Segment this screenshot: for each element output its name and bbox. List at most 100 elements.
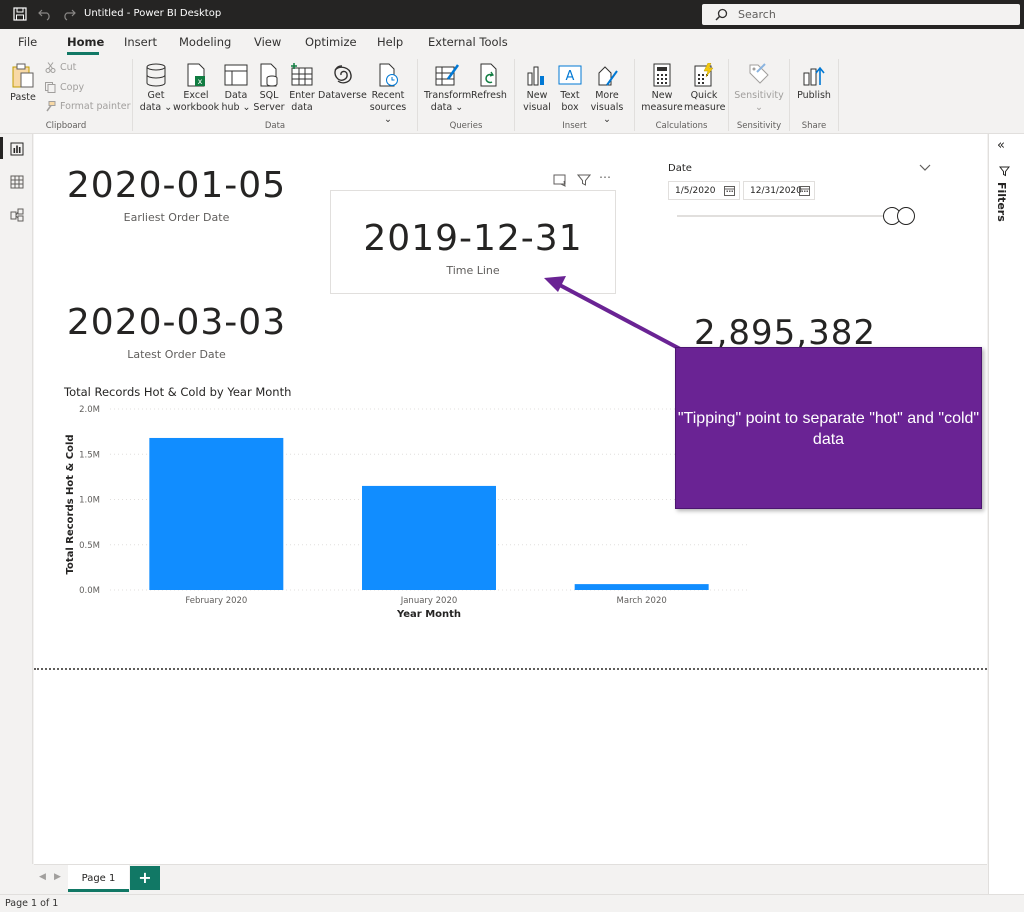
enter-data-button[interactable]: Enter data <box>286 63 318 114</box>
sensitivity-label-1: Sensitivity <box>734 90 784 101</box>
refresh-icon <box>480 63 497 87</box>
quick-measure-icon <box>694 63 714 87</box>
publish-button[interactable]: Publish <box>795 63 833 102</box>
tab-home[interactable]: Home <box>67 35 104 49</box>
redo-icon[interactable] <box>62 7 76 21</box>
recent-sources-icon <box>379 63 398 87</box>
report-view-icon[interactable] <box>10 142 24 156</box>
text-box-button[interactable]: A Text box <box>554 63 586 114</box>
copy-icon <box>45 82 56 93</box>
more-options-icon[interactable]: ⋯ <box>599 170 611 184</box>
filter-icon <box>999 166 1010 177</box>
cut-button[interactable]: Cut <box>45 62 76 73</box>
x-tick-label: February 2020 <box>185 596 247 606</box>
undo-icon[interactable] <box>38 7 52 21</box>
new-visual-button[interactable]: New visual <box>520 63 554 114</box>
excel-workbook-button[interactable]: x Excel workbook <box>173 63 219 114</box>
save-icon[interactable] <box>13 7 27 21</box>
calendar-icon[interactable] <box>724 185 735 196</box>
search-box[interactable]: Search <box>702 4 1020 25</box>
more-visuals-label-1: More <box>595 90 619 101</box>
paste-button[interactable]: Paste <box>8 63 38 104</box>
excel-icon: x <box>187 63 205 87</box>
earliest-order-date-value: 2020-01-05 <box>66 165 287 206</box>
ribbon-separator <box>838 59 839 131</box>
enter-data-label-1: Enter <box>289 90 315 101</box>
refresh-label: Refresh <box>471 90 507 101</box>
filter-icon[interactable] <box>577 173 591 187</box>
tab-modeling[interactable]: Modeling <box>179 35 231 49</box>
bar-chart[interactable]: 0.0M 0.5M 1.0M 1.5M 2.0M February 2020 January… <box>60 400 760 630</box>
window-title: Untitled - Power BI Desktop <box>84 8 222 19</box>
chevron-down-icon[interactable] <box>919 163 931 173</box>
next-page-icon[interactable]: ▶ <box>54 872 61 882</box>
copy-button[interactable]: Copy <box>45 82 84 93</box>
date-slider-track[interactable] <box>677 215 913 217</box>
end-date-input[interactable]: 12/31/2020 <box>743 181 815 200</box>
tab-help[interactable]: Help <box>377 35 403 49</box>
sql-label-1: SQL <box>259 90 279 101</box>
transform-data-icon <box>435 64 460 86</box>
tab-insert[interactable]: Insert <box>124 35 157 49</box>
filters-pane-collapsed[interactable]: « Filters <box>988 134 1024 894</box>
page-tab-1[interactable]: Page 1 <box>68 865 129 892</box>
format-painter-button[interactable]: Format painter <box>45 101 131 112</box>
database-icon <box>146 63 166 87</box>
search-icon <box>715 8 728 21</box>
model-view-icon[interactable] <box>10 208 24 222</box>
view-switcher-rail <box>0 134 33 864</box>
add-page-button[interactable]: + <box>130 866 160 890</box>
scissors-icon <box>45 62 56 73</box>
prev-page-icon[interactable]: ◀ <box>39 872 46 882</box>
get-data-button[interactable]: Get data ⌄ <box>139 63 173 114</box>
sensitivity-button[interactable]: Sensitivity ⌄ <box>734 63 784 114</box>
timeline-value: 2019-12-31 <box>363 218 583 259</box>
group-data: Data <box>264 121 286 131</box>
calendar-icon[interactable] <box>799 185 810 196</box>
group-sensitivity: Sensitivity <box>736 121 782 131</box>
bar[interactable] <box>149 437 284 590</box>
ribbon: Paste Cut Copy Format painter Clipboard … <box>0 55 1024 134</box>
sensitivity-label-icon <box>749 63 769 84</box>
x-tick-label: January 2020 <box>400 596 458 606</box>
quick-measure-label-2: measure <box>684 102 726 113</box>
table-view-icon[interactable] <box>10 175 24 189</box>
new-measure-button[interactable]: New measure <box>640 63 684 114</box>
y-tick-label: 1.5M <box>79 450 100 460</box>
x-axis-title: Year Month <box>396 609 461 620</box>
bar[interactable] <box>574 584 709 590</box>
menu-bar: File Home Insert Modeling View Optimize … <box>0 29 1024 55</box>
expand-pane-icon[interactable]: « <box>997 138 1005 153</box>
tab-view[interactable]: View <box>254 35 281 49</box>
get-data-label-1: Get <box>147 90 165 101</box>
more-visuals-button[interactable]: More visuals ⌄ <box>586 63 628 126</box>
copy-label: Copy <box>60 82 85 93</box>
title-bar: Untitled - Power BI Desktop Search <box>0 0 1024 29</box>
quick-measure-label-1: Quick <box>690 90 718 101</box>
sql-server-button[interactable]: SQL Server <box>253 63 285 114</box>
paste-icon <box>12 63 34 88</box>
recent-sources-button[interactable]: Recent sources ⌄ <box>366 63 410 126</box>
y-tick-label: 2.0M <box>79 405 100 415</box>
slider-end-handle[interactable] <box>897 207 915 225</box>
refresh-button[interactable]: Refresh <box>471 63 507 102</box>
calculator-icon <box>653 63 671 87</box>
tab-optimize[interactable]: Optimize <box>305 35 357 49</box>
data-hub-icon <box>224 64 248 86</box>
brush-icon <box>46 101 56 112</box>
data-hub-button[interactable]: Data hub ⌄ <box>220 63 252 114</box>
page-tabs-bar: ◀ ▶ <box>34 864 987 892</box>
tab-file[interactable]: File <box>18 35 37 49</box>
page-count-status: Page 1 of 1 <box>5 898 59 909</box>
format-painter-label: Format painter <box>60 101 131 112</box>
dataverse-button[interactable]: Dataverse <box>318 63 367 102</box>
start-date-input[interactable]: 1/5/2020 <box>668 181 740 200</box>
excel-label-1: Excel <box>183 90 209 101</box>
sql-label-2: Server <box>253 102 285 113</box>
bar[interactable] <box>362 485 496 590</box>
tab-external-tools[interactable]: External Tools <box>428 35 508 49</box>
focus-mode-icon[interactable] <box>553 173 567 187</box>
dataverse-label-1: Dataverse <box>318 90 367 101</box>
quick-measure-button[interactable]: Quick measure <box>684 63 726 114</box>
transform-data-button[interactable]: Transform data ⌄ <box>424 63 471 114</box>
